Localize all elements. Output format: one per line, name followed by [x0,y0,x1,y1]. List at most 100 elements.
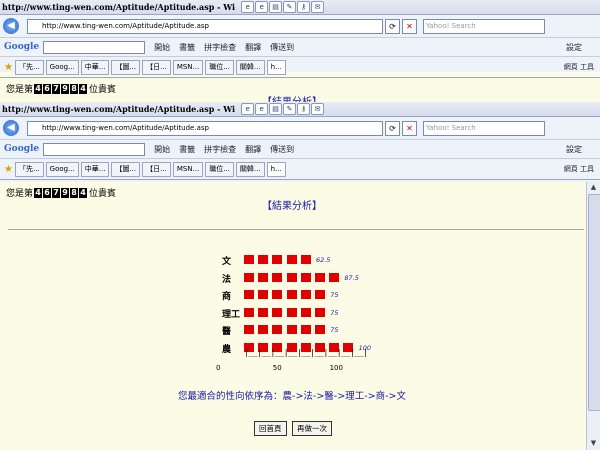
ie-icon[interactable]: e [241,1,255,13]
ie-icon[interactable]: e [241,103,255,115]
toolbar-item-sendto[interactable]: 傳送到 [270,42,294,53]
counter-digit: 6 [43,83,52,94]
scroll-up-icon[interactable]: ▲ [588,183,599,193]
ie-icon[interactable]: e [255,1,269,13]
counter-digit: 9 [61,187,70,198]
tab-active[interactable]: h... [266,59,286,75]
mail-icon[interactable]: ✉ [311,103,325,115]
tab[interactable]: 中華... [80,59,110,75]
toolbar-item-spellcheck[interactable]: 拼字檢查 [204,144,236,155]
refresh-icon[interactable]: ⟳ [385,120,400,136]
tab[interactable]: 【圖... [111,59,141,75]
bar-value-label: 75 [330,326,339,334]
window-title: http://www.ting-wen.com/Aptitude/Aptitud… [2,2,236,12]
search-input[interactable]: Yahoo! Search [423,120,545,136]
key-icon[interactable]: ⚷ [297,103,311,115]
tab[interactable]: 【圖... [111,161,141,177]
window-title: http://www.ting-wen.com/Aptitude/Aptitud… [2,104,236,114]
toolbar-item-spellcheck[interactable]: 拼字檢查 [204,42,236,53]
toolbar-item-translate[interactable]: 翻譯 [245,144,261,155]
counter-digit: 4 [34,187,43,198]
bar-block [244,290,254,299]
folder-icon[interactable]: ▤ [269,103,283,115]
key-icon[interactable]: ⚷ [297,1,311,13]
favorites-star-icon[interactable]: ★ [4,62,13,73]
favorites-star-icon[interactable]: ★ [4,164,13,175]
title-bar: http://www.ting-wen.com/Aptitude/Aptitud… [0,0,600,15]
google-search-input[interactable] [43,142,146,156]
pen-icon[interactable]: ✎ [283,103,297,115]
bar-block [315,325,325,334]
back-icon[interactable]: ◀ [3,18,19,34]
page-tools-menu[interactable]: 網頁 工具 [564,62,594,72]
bar-block [244,255,254,264]
analysis-title: 【結果分析】 [262,201,322,212]
axis-tick-label: 50 [272,364,282,372]
home-button[interactable]: 回首頁 [254,421,287,436]
tab[interactable]: 「先... [14,161,44,177]
bar-block [300,325,311,334]
settings-button[interactable]: 設定 [566,42,582,53]
bar-block [286,307,297,317]
bar-block [258,272,269,282]
tab[interactable]: MSN... [172,59,204,75]
counter-digit: 8 [70,83,79,94]
bar-block [258,325,269,334]
tab[interactable]: 關韓... [235,161,265,177]
settings-button[interactable]: 設定 [566,144,582,155]
tab[interactable]: 中華... [80,161,110,177]
bar-block [300,272,311,282]
tab[interactable]: 【日... [142,161,171,177]
stop-icon[interactable]: ✕ [402,18,417,34]
tab-active[interactable]: h... [266,161,286,177]
tab[interactable]: 職位... [205,59,234,75]
tab[interactable]: 關韓... [235,59,265,75]
stop-icon[interactable]: ✕ [402,120,417,136]
bar-block [258,307,269,317]
bar-block [258,290,269,299]
toolbar-item-translate[interactable]: 翻譯 [245,42,261,53]
bar-block [329,272,340,282]
toolbar-item-bookmarks[interactable]: 書籤 [179,42,195,53]
mail-icon[interactable]: ✉ [311,1,325,13]
toolbar-item-start[interactable]: 開始 [154,144,170,155]
google-search-input[interactable] [43,40,146,54]
tab[interactable]: 【日... [142,59,171,75]
toolbar-item-bookmarks[interactable]: 書籤 [179,144,195,155]
bar-block [286,255,297,264]
bar-value-label: 87.5 [344,273,359,282]
axis-tick-label: 0 [216,364,221,372]
tab[interactable]: MSN... [172,161,204,177]
tab[interactable]: Goog... [45,59,79,75]
retry-button[interactable]: 再做一次 [292,421,332,436]
vertical-scrollbar[interactable]: ▲ ▼ [586,182,600,450]
scroll-down-icon[interactable]: ▼ [588,439,599,449]
title-bar: http://www.ting-wen.com/Aptitude/Aptitud… [0,102,600,117]
folder-icon[interactable]: ▤ [269,1,283,13]
refresh-icon[interactable]: ⟳ [385,18,400,34]
bar-block [300,290,311,299]
counter-digits: 4 6 7 9 8 4 [34,187,88,198]
ie-icon[interactable]: e [255,103,269,115]
address-input[interactable]: http://www.ting-wen.com/Aptitude/Aptitud… [27,18,383,34]
google-toolbar: Google 開始 書籤 拼字檢查 翻譯 傳送到 設定 [0,140,600,159]
page-tools-menu[interactable]: 網頁 工具 [564,164,594,174]
bar-block [286,272,297,282]
toolbar-item-sendto[interactable]: 傳送到 [270,144,294,155]
search-input[interactable]: Yahoo! Search [423,18,545,34]
pen-icon[interactable]: ✎ [283,1,297,13]
back-icon[interactable]: ◀ [3,120,19,136]
tab[interactable]: 職位... [205,161,234,177]
toolbar-item-start[interactable]: 開始 [154,42,170,53]
result-order: 農->法->醫->理工->商->文 [282,391,406,402]
tab[interactable]: Goog... [45,161,79,177]
taskbar-icons: e e ▤ ✎ ⚷ ✉ [241,1,325,13]
counter-digit: 7 [52,187,61,198]
address-input[interactable]: http://www.ting-wen.com/Aptitude/Aptitud… [27,120,383,136]
bar-value-label: 75 [330,291,339,299]
bar-block [272,307,283,317]
tab[interactable]: 「先... [14,59,44,75]
scroll-thumb[interactable] [588,194,600,411]
bar-block [315,272,325,282]
browser-window-1: http://www.ting-wen.com/Aptitude/Aptitud… [0,0,600,78]
